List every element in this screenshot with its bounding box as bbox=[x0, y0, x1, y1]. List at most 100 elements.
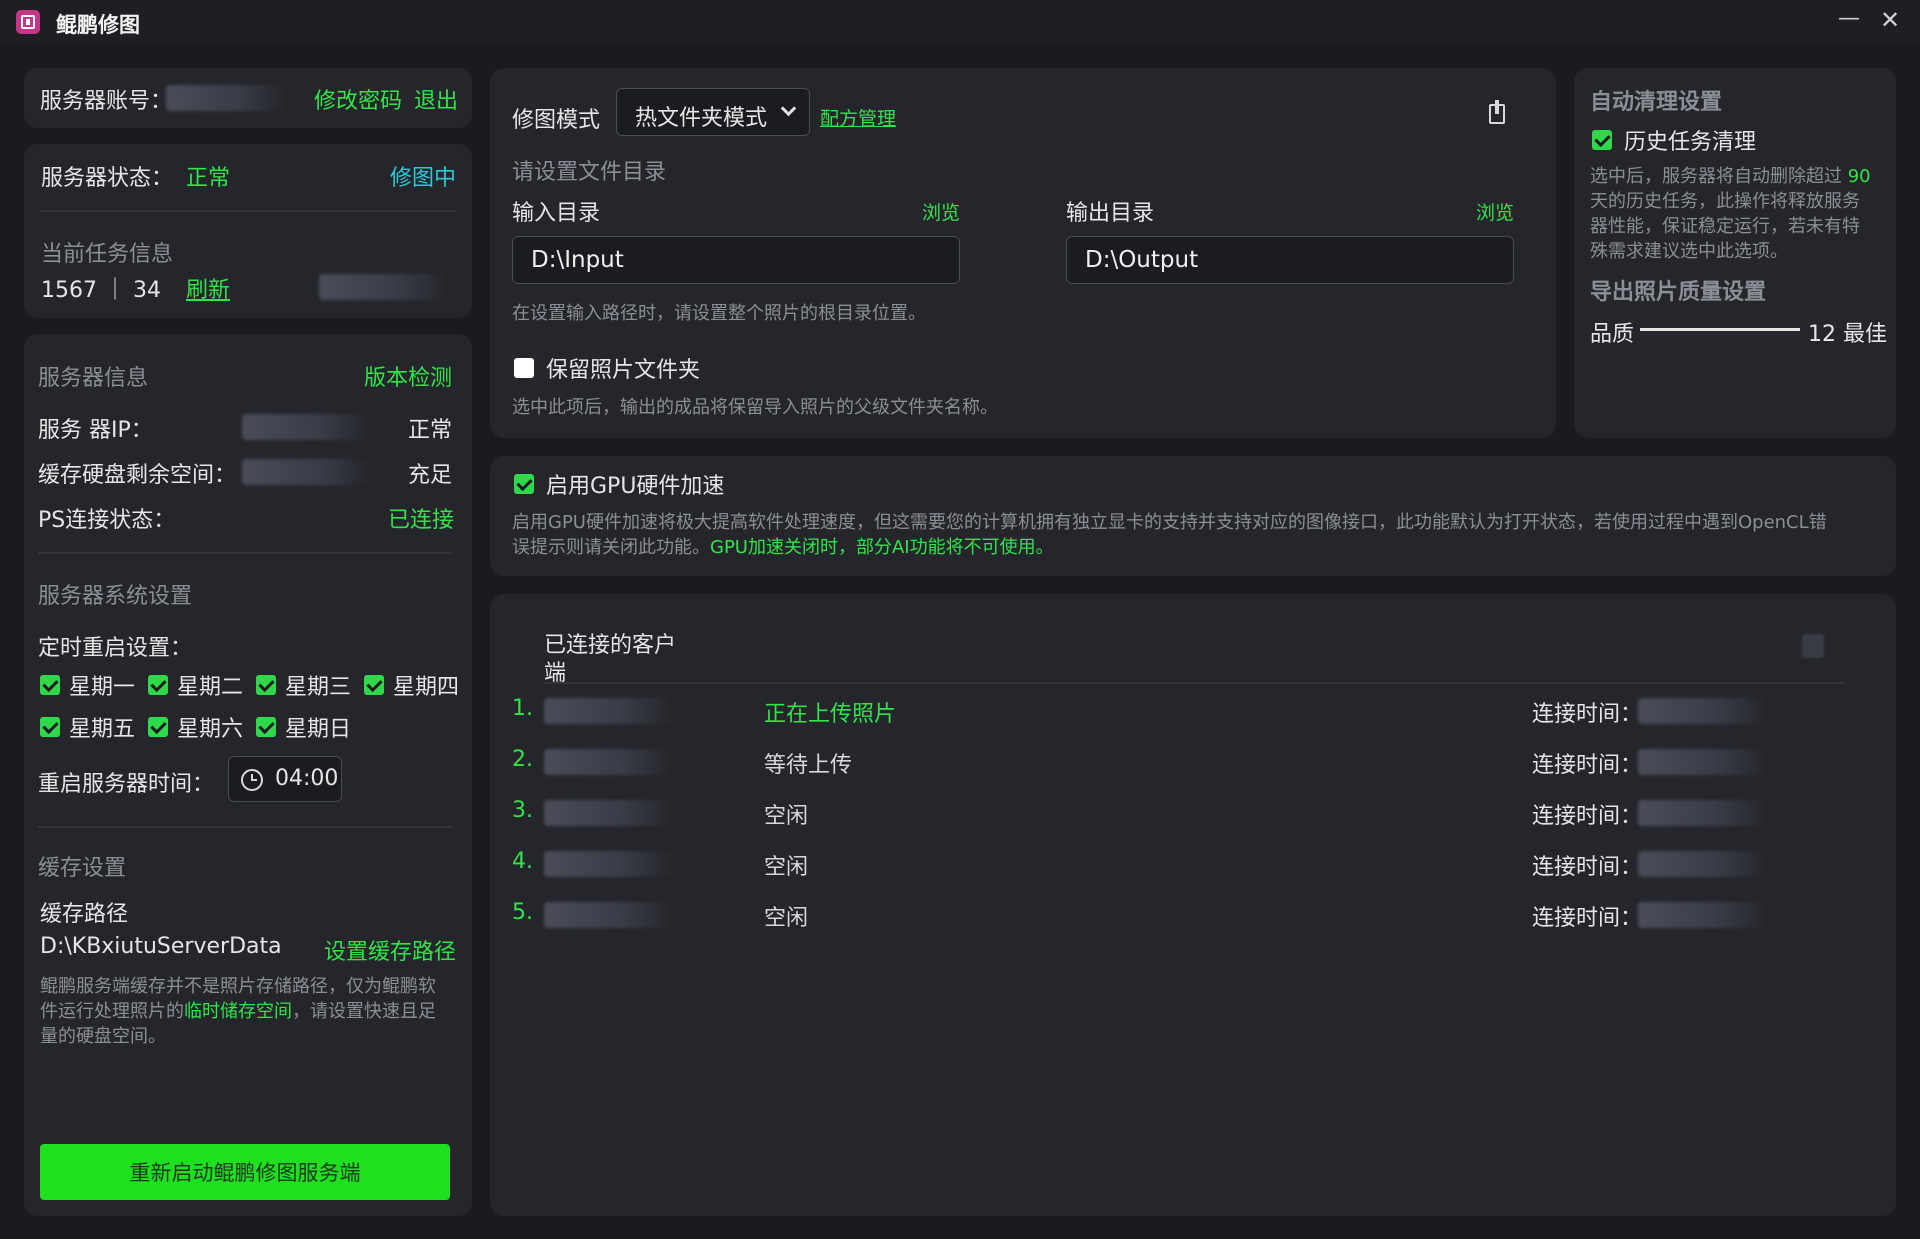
keep-folder-label: 保留照片文件夹 bbox=[546, 358, 701, 383]
restart-time-label: 重启服务器时间： bbox=[38, 772, 215, 797]
minimize-button[interactable]: — bbox=[1838, 6, 1860, 31]
restart-time-picker[interactable]: 04:00 bbox=[228, 756, 342, 802]
server-mode-badge: 修图中 bbox=[390, 166, 457, 191]
history-clean-note: 选中后，服务器将自动删除超过 90 天的历史任务，此操作将释放服务 器性能，保证… bbox=[1590, 164, 1890, 264]
restart-server-button-label: 重新启动鲲鹏修图服务端 bbox=[129, 1161, 361, 1185]
server-status-value: 正常 bbox=[186, 166, 231, 191]
recipe-management-link[interactable]: 配方管理 bbox=[820, 104, 896, 131]
output-dir-field[interactable]: D:\Output bbox=[1066, 236, 1514, 284]
client-row-index: 1. bbox=[512, 696, 533, 721]
settings-divider bbox=[38, 826, 452, 828]
set-cache-path-link[interactable]: 设置缓存路径 bbox=[324, 934, 456, 966]
clock-icon bbox=[241, 769, 263, 791]
keep-folder-note: 选中此项后，输出的成品将保留导入照片的父级文件夹名称。 bbox=[512, 397, 998, 418]
sunday-label: 星期日 bbox=[285, 717, 352, 742]
logout-link[interactable]: 退出 bbox=[414, 83, 458, 115]
system-settings-title: 服务器系统设置 bbox=[38, 584, 193, 609]
scheduled-restart-label: 定时重启设置： bbox=[38, 636, 193, 661]
task-detail-redacted bbox=[319, 274, 449, 300]
server-ip-label: 服务 器IP： bbox=[38, 418, 153, 443]
server-info-title: 服务器信息 bbox=[38, 366, 149, 391]
input-dir-field[interactable]: D:\Input bbox=[512, 236, 960, 284]
client-row-status: 等待上传 bbox=[764, 753, 853, 778]
restart-time-value: 04:00 bbox=[275, 766, 339, 791]
close-button[interactable]: ✕ bbox=[1880, 6, 1900, 34]
wednesday-checkbox[interactable] bbox=[256, 675, 276, 695]
info-divider bbox=[38, 552, 452, 554]
task-info-title: 当前任务信息 bbox=[41, 242, 174, 267]
client-row-status: 正在上传照片 bbox=[764, 702, 897, 727]
clients-title: 已连接的客户 端 bbox=[544, 633, 677, 686]
monday-checkbox[interactable] bbox=[40, 675, 60, 695]
gpu-note: 启用GPU硬件加速将极大提高软件处理速度，但这需要您的计算机拥有独立显卡的支持并… bbox=[512, 510, 1892, 560]
server-ip-status: 正常 bbox=[408, 418, 453, 443]
client-name-redacted bbox=[544, 902, 674, 928]
tuesday-checkbox[interactable] bbox=[148, 675, 168, 695]
client-conn-time-redacted bbox=[1638, 698, 1768, 724]
sunday-checkbox[interactable] bbox=[256, 717, 276, 737]
gpu-checkbox[interactable] bbox=[514, 474, 534, 494]
cache-note: 鲲鹏服务端缓存并不是照片存储路径，仅为鲲鹏软 件运行处理照片的临时储存空间，请设… bbox=[40, 974, 456, 1049]
client-row-index: 4. bbox=[512, 849, 533, 874]
task-counts: 1567 ｜ 34 bbox=[41, 278, 161, 303]
client-row-index: 3. bbox=[512, 798, 533, 823]
history-clean-label: 历史任务清理 bbox=[1624, 130, 1757, 155]
restart-server-button[interactable]: 重新启动鲲鹏修图服务端 bbox=[40, 1144, 450, 1200]
thursday-label: 星期四 bbox=[393, 675, 460, 700]
client-row-conn-label: 连接时间： bbox=[1532, 753, 1643, 778]
export-icon[interactable] bbox=[1489, 100, 1505, 124]
client-row-index: 2. bbox=[512, 747, 533, 772]
client-row-status: 空闲 bbox=[764, 855, 809, 880]
clients-panel: 已连接的客户 端 1. 正在上传照片 连接时间： 2. 等待上传 连接时间： 3. 空闲 连接时… bbox=[490, 594, 1896, 1216]
friday-checkbox[interactable] bbox=[40, 717, 60, 737]
quality-value: 12 最佳 bbox=[1808, 322, 1887, 347]
wednesday-label: 星期三 bbox=[285, 675, 352, 700]
cache-settings-title: 缓存设置 bbox=[38, 856, 127, 881]
clients-scroll-indicator[interactable] bbox=[1802, 634, 1824, 658]
server-ip-redacted bbox=[242, 414, 372, 440]
output-browse-link[interactable]: 浏览 bbox=[1476, 198, 1514, 225]
app-title: 鲲鹏修图 bbox=[56, 13, 140, 37]
directory-section-title: 请设置文件目录 bbox=[512, 160, 667, 185]
gpu-note-line-1: 启用GPU硬件加速将极大提高软件处理速度，但这需要您的计算机拥有独立显卡的支持并… bbox=[512, 512, 1827, 533]
client-row-conn-label: 连接时间： bbox=[1532, 702, 1643, 727]
refresh-link[interactable]: 刷新 bbox=[186, 272, 230, 304]
client-row-conn-label: 连接时间： bbox=[1532, 906, 1643, 931]
input-dir-note: 在设置输入路径时，请设置整个照片的根目录位置。 bbox=[512, 303, 926, 324]
saturday-label: 星期六 bbox=[177, 717, 244, 742]
auto-clean-panel: 自动清理设置 历史任务清理 选中后，服务器将自动删除超过 90 天的历史任务，此… bbox=[1574, 68, 1896, 438]
server-status-label: 服务器状态： bbox=[41, 166, 174, 191]
cache-note-line-1: 鲲鹏服务端缓存并不是照片存储路径，仅为鲲鹏软 bbox=[40, 976, 436, 997]
input-dir-label: 输入目录 bbox=[512, 201, 601, 226]
friday-label: 星期五 bbox=[69, 717, 136, 742]
account-panel: 服务器账号： 修改密码 退出 bbox=[24, 68, 472, 128]
keep-folder-checkbox[interactable] bbox=[514, 358, 534, 378]
history-clean-checkbox[interactable] bbox=[1592, 130, 1612, 150]
client-name-redacted bbox=[544, 851, 674, 877]
client-row-status: 空闲 bbox=[764, 804, 809, 829]
disk-space-status: 充足 bbox=[408, 463, 453, 488]
cache-note-line-2: 件运行处理照片的临时储存空间，请设置快速且足 bbox=[40, 1001, 436, 1022]
disk-space-redacted bbox=[242, 459, 372, 485]
mode-panel: 修图模式 热文件夹模式 配方管理 请设置文件目录 输入目录 浏览 D:\Inpu… bbox=[490, 68, 1556, 438]
mode-select[interactable]: 热文件夹模式 bbox=[616, 88, 810, 136]
version-check-link[interactable]: 版本检测 bbox=[364, 360, 452, 392]
thursday-checkbox[interactable] bbox=[364, 675, 384, 695]
input-browse-link[interactable]: 浏览 bbox=[922, 198, 960, 225]
status-divider bbox=[41, 210, 455, 212]
ps-connection-label: PS连接状态： bbox=[38, 508, 176, 533]
ps-connection-status: 已连接 bbox=[388, 508, 455, 533]
clients-divider bbox=[544, 682, 1844, 684]
saturday-checkbox[interactable] bbox=[148, 717, 168, 737]
client-row-index: 5. bbox=[512, 900, 533, 925]
account-label: 服务器账号： bbox=[40, 89, 173, 114]
client-conn-time-redacted bbox=[1638, 851, 1768, 877]
gpu-label: 启用GPU硬件加速 bbox=[546, 474, 725, 499]
change-password-link[interactable]: 修改密码 bbox=[314, 83, 402, 115]
client-name-redacted bbox=[544, 749, 674, 775]
quality-settings-title: 导出照片质量设置 bbox=[1590, 280, 1767, 305]
quality-slider-track[interactable] bbox=[1640, 328, 1800, 331]
disk-space-label: 缓存硬盘剩余空间： bbox=[38, 463, 237, 488]
chevron-down-icon bbox=[780, 100, 797, 117]
client-row-status: 空闲 bbox=[764, 906, 809, 931]
